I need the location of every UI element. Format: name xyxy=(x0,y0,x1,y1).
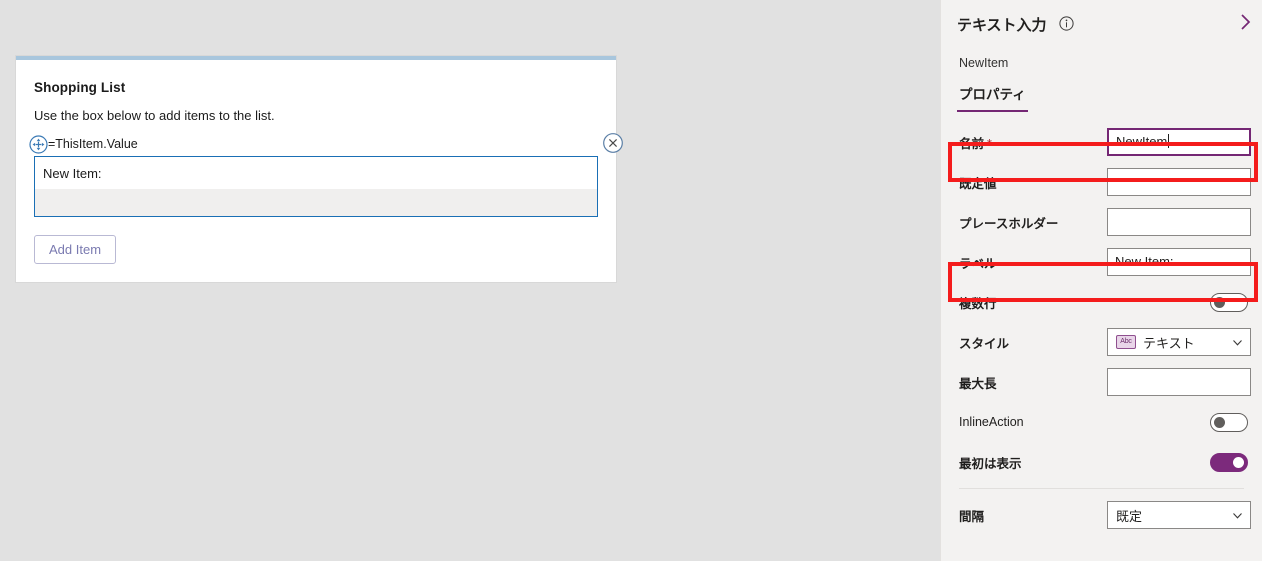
property-label: 最初は表示 xyxy=(959,456,1022,471)
property-label: InlineAction xyxy=(959,415,1024,429)
property-row-placeholder: プレースホルダー xyxy=(941,202,1262,242)
abc-icon: Abc xyxy=(1116,335,1136,349)
text-input-field[interactable] xyxy=(35,189,597,216)
chevron-down-icon xyxy=(1231,509,1244,522)
toggle-knob xyxy=(1233,456,1244,468)
text-input-label: New Item: xyxy=(43,166,102,181)
property-row-maxlength: 最大長 xyxy=(941,362,1262,402)
pane-divider xyxy=(959,488,1244,489)
property-row-spacing: 間隔 既定 xyxy=(941,495,1262,535)
selection-toolbar: =ThisItem.Value xyxy=(16,132,623,156)
inlineaction-toggle[interactable] xyxy=(1210,412,1248,432)
spacing-dropdown-value: 既定 xyxy=(1116,508,1143,524)
adaptive-card: Shopping List Use the box below to add i… xyxy=(16,56,623,282)
chevron-down-icon xyxy=(1231,336,1244,349)
property-row-style: スタイル Abc テキスト xyxy=(941,322,1262,362)
label-input[interactable]: New Item: xyxy=(1107,248,1251,276)
property-label: スタイル xyxy=(959,336,1010,351)
properties-list: 名前* NewItem 既定値 プレースホルダー ラベル New Item: xyxy=(941,122,1262,535)
property-control: Abc テキスト xyxy=(1107,328,1251,356)
toggle-knob xyxy=(1214,416,1225,428)
property-row-label: ラベル New Item: xyxy=(941,242,1262,282)
property-control: New Item: xyxy=(1107,248,1251,276)
required-star: * xyxy=(987,136,992,151)
property-label: 間隔 xyxy=(959,509,985,524)
property-row-multiline: 複数行 xyxy=(941,282,1262,322)
text-input-widget[interactable]: New Item: xyxy=(34,156,598,217)
property-control xyxy=(1107,368,1251,396)
add-item-button[interactable]: Add Item xyxy=(34,235,117,264)
property-row-name: 名前 * NewItem xyxy=(941,122,1262,162)
property-label: 名前 * xyxy=(959,133,1107,152)
property-label: プレースホルダー xyxy=(959,216,1059,231)
spacing-dropdown[interactable]: 既定 xyxy=(1107,501,1251,529)
info-icon[interactable] xyxy=(1059,16,1074,31)
property-control: 既定 xyxy=(1107,501,1251,529)
property-label-text: 名前 xyxy=(959,136,985,151)
property-label: 既定値 xyxy=(959,176,997,191)
pane-subtitle: NewItem xyxy=(959,56,1009,70)
properties-pane: テキスト入力 NewItem プロパティ 名前 * NewItem 既定値 プレ… xyxy=(940,0,1262,561)
property-label: 最大長 xyxy=(959,376,997,391)
property-label: 複数行 xyxy=(959,296,997,311)
pane-header: テキスト入力 xyxy=(941,0,1262,44)
property-row-initially-visible: 最初は表示 xyxy=(941,442,1262,482)
initially-visible-toggle[interactable] xyxy=(1210,452,1248,472)
property-control xyxy=(1107,412,1248,432)
property-control xyxy=(1107,452,1248,472)
property-row-inlineaction: InlineAction xyxy=(941,402,1262,442)
page-title: テキスト入力 xyxy=(957,17,1047,34)
card-subtitle: Use the box below to add items to the li… xyxy=(34,108,275,123)
chevron-right-icon[interactable] xyxy=(1236,12,1256,32)
multiline-toggle[interactable] xyxy=(1210,292,1248,312)
maxlength-input[interactable] xyxy=(1107,368,1251,396)
property-control: NewItem xyxy=(1107,128,1251,156)
design-canvas[interactable]: Shopping List Use the box below to add i… xyxy=(0,0,940,561)
tab-properties[interactable]: プロパティ xyxy=(957,83,1028,112)
property-label: ラベル xyxy=(959,256,997,271)
move-handle-icon[interactable] xyxy=(29,135,48,154)
property-row-default-value: 既定値 xyxy=(941,162,1262,202)
pane-tabs: プロパティ xyxy=(941,83,1262,112)
property-control xyxy=(1107,208,1251,236)
property-control xyxy=(1107,292,1248,312)
toggle-knob xyxy=(1214,296,1225,308)
property-control xyxy=(1107,168,1251,196)
text-caret xyxy=(1168,134,1170,148)
formula-text: =ThisItem.Value xyxy=(48,137,138,151)
style-dropdown-value: テキスト xyxy=(1143,335,1195,351)
card-title: Shopping List xyxy=(34,80,126,95)
name-input[interactable]: NewItem xyxy=(1107,128,1251,156)
close-icon[interactable] xyxy=(602,132,624,154)
placeholder-input[interactable] xyxy=(1107,208,1251,236)
style-dropdown[interactable]: Abc テキスト xyxy=(1107,328,1251,356)
default-value-input[interactable] xyxy=(1107,168,1251,196)
name-input-value: NewItem xyxy=(1116,134,1168,149)
